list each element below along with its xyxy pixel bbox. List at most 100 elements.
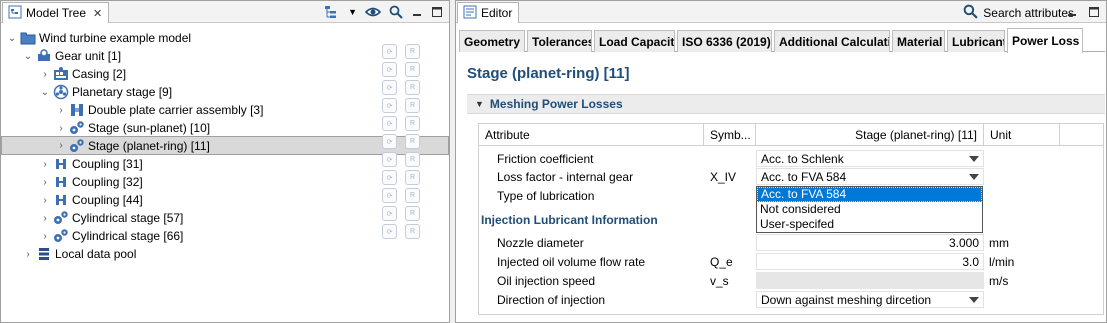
report-icon[interactable]: R <box>405 134 420 149</box>
report-icon[interactable]: R <box>405 224 420 239</box>
column-header-symbol[interactable]: Symb... <box>704 124 756 146</box>
tab-lubricant[interactable]: Lubricant <box>947 30 1005 52</box>
loss-factor-dropdown-list[interactable]: Acc. to FVA 584 Not considered User-spec… <box>756 186 983 233</box>
select-value: Down against meshing dircetion <box>761 292 932 307</box>
calc-status-icon[interactable]: ⟳ <box>382 170 397 185</box>
report-icon[interactable]: R <box>405 188 420 203</box>
model-tree-tab[interactable]: Model Tree ✕ <box>2 2 110 23</box>
table-row-oil-injection-speed: Oil injection speed v_s m/s <box>479 271 1103 290</box>
table-row-friction-coefficient: Friction coefficient Acc. to Schlenk <box>479 149 1103 168</box>
calc-status-icon[interactable]: ⟳ <box>382 62 397 77</box>
tree-item-label: Gear unit [1] <box>55 49 122 63</box>
expanded-chevron-icon[interactable]: ⌄ <box>22 50 34 62</box>
dropdown-arrow-icon[interactable] <box>969 174 979 180</box>
dropdown-option-acc-fva-584[interactable]: Acc. to FVA 584 <box>757 187 982 202</box>
tab-iso-6336[interactable]: ISO 6336 (2019) <box>677 30 772 52</box>
attribute-label: Friction coefficient <box>497 151 594 166</box>
tree-filter-icon[interactable] <box>324 4 340 20</box>
calc-status-icon[interactable]: ⟳ <box>382 152 397 167</box>
column-header-attribute[interactable]: Attribute <box>479 124 704 146</box>
dropdown-option-user-specified[interactable]: User-specifed <box>757 217 982 232</box>
report-icon[interactable]: R <box>405 116 420 131</box>
tree-item-label: Double plate carrier assembly [3] <box>88 103 264 117</box>
coupling-icon <box>53 192 69 208</box>
calc-status-icon[interactable]: ⟳ <box>382 224 397 239</box>
collapsed-chevron-icon[interactable]: › <box>39 230 51 242</box>
collapsed-chevron-icon[interactable]: › <box>55 140 67 152</box>
eye-icon[interactable] <box>365 4 381 20</box>
collapsed-chevron-icon[interactable]: › <box>39 176 51 188</box>
column-header-value[interactable]: Stage (planet-ring) [11] <box>756 124 984 146</box>
attribute-label: Type of lubrication <box>497 188 595 203</box>
search-icon[interactable] <box>389 4 403 20</box>
calc-status-icon[interactable]: ⟳ <box>382 80 397 95</box>
friction-coefficient-select[interactable]: Acc. to Schlenk <box>756 150 984 167</box>
maximize-icon[interactable] <box>1088 4 1100 20</box>
table-row-injected-oil-flow: Injected oil volume flow rate Q_e 3.0 l/… <box>479 252 1103 271</box>
attribute-table: Attribute Symb... Stage (planet-ring) [1… <box>478 123 1104 315</box>
tab-power-loss[interactable]: Power Loss <box>1007 28 1083 53</box>
tab-load-capacity[interactable]: Load Capacity <box>594 30 675 52</box>
symbol-label: Q_e <box>710 254 733 269</box>
tab-additional-calculations[interactable]: Additional Calculati <box>774 30 890 52</box>
collapsed-chevron-icon[interactable]: › <box>39 212 51 224</box>
report-icon[interactable]: R <box>405 80 420 95</box>
collapsed-chevron-icon[interactable]: › <box>39 194 51 206</box>
calc-status-icon[interactable]: ⟳ <box>382 206 397 221</box>
unit-label: mm <box>989 235 1009 250</box>
gear-pair-icon <box>53 228 69 244</box>
coupling-icon <box>53 156 69 172</box>
nozzle-diameter-input[interactable]: 3.000 <box>756 234 984 251</box>
expanded-chevron-icon[interactable]: ⌄ <box>6 32 18 44</box>
oil-injection-speed-input <box>756 272 984 289</box>
calc-status-icon[interactable]: ⟳ <box>382 134 397 149</box>
calc-status-icon[interactable]: ⟳ <box>382 44 397 59</box>
collapsed-chevron-icon[interactable]: › <box>39 68 51 80</box>
chevron-down-icon[interactable]: ▼ <box>348 4 357 20</box>
tab-tolerances[interactable]: Tolerances <box>527 30 592 52</box>
calc-status-icon[interactable]: ⟳ <box>382 188 397 203</box>
table-header: Attribute Symb... Stage (planet-ring) [1… <box>479 124 1103 146</box>
close-icon[interactable]: ✕ <box>93 7 102 20</box>
attribute-label: Loss factor - internal gear <box>497 169 634 184</box>
report-icon[interactable]: R <box>405 206 420 221</box>
minimize-icon[interactable] <box>1066 4 1078 20</box>
report-icon[interactable]: R <box>405 152 420 167</box>
section-meshing-power-losses[interactable]: ▼ Meshing Power Losses <box>467 94 1105 114</box>
tree-item-label: Stage (sun-planet) [10] <box>88 121 211 135</box>
direction-of-injection-select[interactable]: Down against meshing dircetion <box>756 291 984 308</box>
report-icon[interactable]: R <box>405 170 420 185</box>
editor-tab[interactable]: Editor <box>457 2 520 23</box>
collapse-triangle-icon[interactable]: ▼ <box>475 99 484 109</box>
editor-icon <box>463 5 477 22</box>
collapsed-chevron-icon[interactable]: › <box>55 122 67 134</box>
expanded-chevron-icon[interactable]: ⌄ <box>39 86 51 98</box>
tree-item-label: Planetary stage [9] <box>72 85 173 99</box>
collapsed-chevron-icon[interactable]: › <box>22 248 34 260</box>
calc-status-icon[interactable]: ⟳ <box>382 98 397 113</box>
calc-status-icon[interactable]: ⟳ <box>382 116 397 131</box>
minimize-icon[interactable] <box>411 4 423 20</box>
column-header-unit[interactable]: Unit <box>984 124 1060 146</box>
tab-geometry[interactable]: Geometry <box>459 30 525 52</box>
maximize-icon[interactable] <box>431 4 443 20</box>
loss-factor-select[interactable]: Acc. to FVA 584 <box>756 168 984 185</box>
report-icon[interactable]: R <box>405 44 420 59</box>
injected-oil-flow-input[interactable]: 3.0 <box>756 253 984 270</box>
dropdown-arrow-icon[interactable] <box>969 156 979 162</box>
report-icon[interactable]: R <box>405 98 420 113</box>
coupling-icon <box>53 174 69 190</box>
model-tree-header: Model Tree ✕ ▼ <box>1 1 449 23</box>
dropdown-arrow-icon[interactable] <box>969 297 979 303</box>
collapsed-chevron-icon[interactable]: › <box>55 104 67 116</box>
editor-panel: Editor Search attributes Geometry Tolera… <box>455 0 1107 323</box>
tree-item-local-data-pool[interactable]: › Local data pool <box>1 245 449 263</box>
tab-material[interactable]: Material <box>892 30 945 52</box>
attribute-label: Injected oil volume flow rate <box>497 254 646 269</box>
search-attributes-button[interactable]: Search attributes <box>963 4 1074 22</box>
dropdown-option-not-considered[interactable]: Not considered <box>757 202 982 217</box>
report-icon[interactable]: R <box>405 62 420 77</box>
editor-tabs: Geometry Tolerances Load Capacity ISO 63… <box>459 28 1105 53</box>
collapsed-chevron-icon[interactable]: › <box>39 158 51 170</box>
page-title: Stage (planet-ring) [11] <box>467 65 630 82</box>
